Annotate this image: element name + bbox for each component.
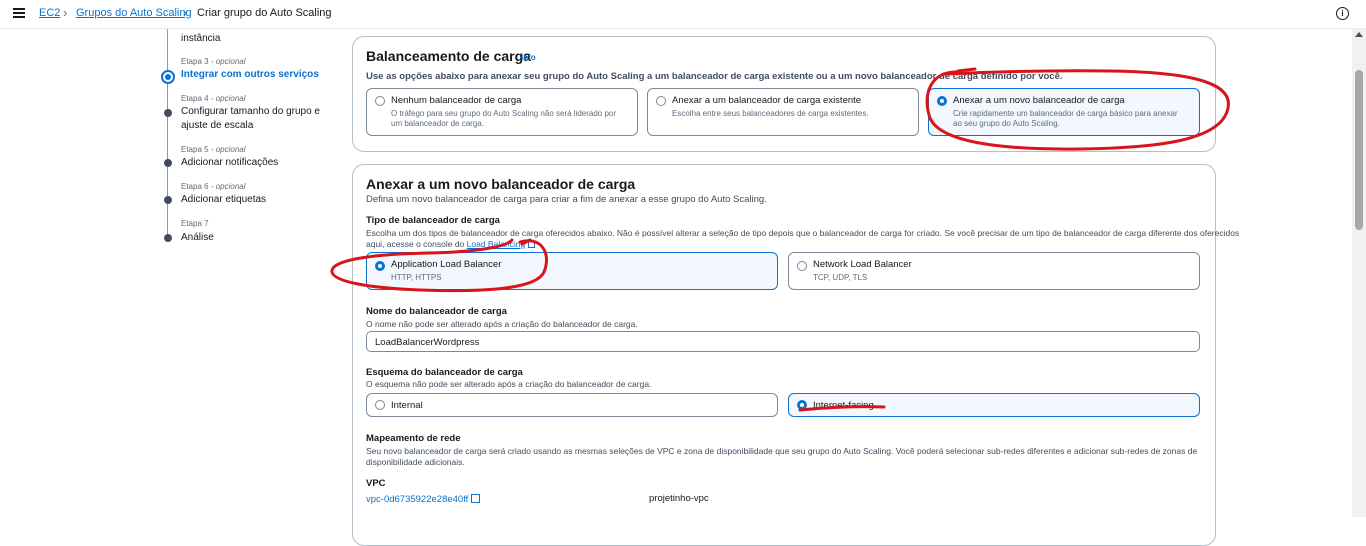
- step-7-icon: [164, 234, 172, 242]
- breadcrumb-auto-scaling-groups[interactable]: Grupos do Auto Scaling: [76, 7, 192, 19]
- menu-icon[interactable]: [13, 8, 25, 18]
- stepper-line: [167, 28, 168, 238]
- step-3-label: Etapa 3 - opcional: [181, 57, 246, 66]
- breadcrumb-ec2[interactable]: EC2: [39, 7, 60, 19]
- option-description: Crie rapidamente um balanceador de carga…: [953, 109, 1178, 128]
- option-title: Anexar a um novo balanceador de carga: [953, 95, 1125, 106]
- scheme-internet-facing[interactable]: Internet-facing: [788, 393, 1200, 417]
- lb-type-network[interactable]: Network Load Balancer TCP, UDP, TLS: [788, 252, 1200, 290]
- lb-name-description: O nome não pode ser alterado após a cria…: [366, 319, 638, 329]
- radio-internal[interactable]: [375, 400, 385, 410]
- vpc-name: projetinho-vpc: [649, 493, 709, 504]
- breadcrumb-current: Criar grupo do Auto Scaling: [197, 7, 332, 19]
- option-title: Nenhum balanceador de carga: [391, 95, 522, 106]
- radio-network-lb[interactable]: [797, 261, 807, 271]
- step-7-title[interactable]: Análise: [181, 231, 331, 245]
- option-existing-load-balancer[interactable]: Anexar a um balanceador de carga existen…: [647, 88, 919, 136]
- step-5-icon: [164, 159, 172, 167]
- lb-name-label: Nome do balanceador de carga: [366, 306, 507, 317]
- top-bar: EC2 › Grupos do Auto Scaling › Criar gru…: [0, 0, 1366, 29]
- load-balancing-description: Use as opções abaixo para anexar seu gru…: [366, 71, 1063, 82]
- radio-application-lb[interactable]: [375, 261, 385, 271]
- radio-no-load-balancer[interactable]: [375, 96, 385, 106]
- option-new-load-balancer[interactable]: Anexar a um novo balanceador de carga Cr…: [928, 88, 1200, 136]
- lb-type-protocols: TCP, UDP, TLS: [813, 273, 868, 282]
- radio-existing-load-balancer[interactable]: [656, 96, 666, 106]
- page-scrollbar[interactable]: [1352, 28, 1366, 517]
- option-no-load-balancer[interactable]: Nenhum balanceador de carga O tráfego pa…: [366, 88, 638, 136]
- radio-internet-facing[interactable]: [797, 400, 807, 410]
- info-icon[interactable]: i: [1336, 7, 1349, 20]
- scroll-up-arrow-icon[interactable]: [1355, 32, 1363, 37]
- lb-type-label: Tipo de balanceador de carga: [366, 215, 500, 226]
- step-6-icon: [164, 196, 172, 204]
- network-mapping-label: Mapeamento de rede: [366, 433, 461, 444]
- wizard-stepper: instância Etapa 3 - opcional Integrar co…: [160, 28, 330, 517]
- scheme-internal[interactable]: Internal: [366, 393, 778, 417]
- chevron-right-icon: ›: [63, 5, 68, 20]
- external-link-icon: [528, 241, 536, 248]
- scrollbar-thumb[interactable]: [1355, 70, 1363, 230]
- vpc-label: VPC: [366, 478, 386, 489]
- step-3-current-icon: [161, 70, 175, 84]
- lb-type-description-line2: aqui, acesse o console do Load Balancing: [366, 239, 536, 250]
- step-3-title[interactable]: Integrar com outros serviços: [181, 68, 331, 82]
- vpc-id-link[interactable]: vpc-0d6735922e28e40ff: [366, 493, 481, 505]
- step-6-label: Etapa 6 - opcional: [181, 182, 246, 191]
- lb-type-application[interactable]: Application Load Balancer HTTP, HTTPS: [366, 252, 778, 290]
- info-link[interactable]: Info: [521, 53, 536, 62]
- lb-type-description: Escolha um dos tipos de balanceador de c…: [366, 228, 1240, 238]
- lb-type-protocols: HTTP, HTTPS: [391, 273, 442, 282]
- step-4-title[interactable]: Configurar tamanho do grupo e ajuste de …: [181, 105, 331, 133]
- network-mapping-description-line2: disponibilidade adicionais.: [366, 457, 465, 467]
- lb-scheme-label: Esquema do balanceador de carga: [366, 367, 523, 378]
- step-6-title[interactable]: Adicionar etiquetas: [181, 193, 331, 207]
- scheme-title: Internal: [391, 400, 423, 411]
- external-link-icon: [471, 494, 481, 503]
- option-description: O tráfego para seu grupo do Auto Scaling…: [391, 109, 617, 128]
- step-5-label: Etapa 5 - opcional: [181, 145, 246, 154]
- radio-new-load-balancer[interactable]: [937, 96, 947, 106]
- chevron-right-icon: ›: [183, 5, 188, 20]
- network-mapping-description: Seu novo balanceador de carga será criad…: [366, 446, 1198, 456]
- step-7-label: Etapa 7: [181, 219, 209, 228]
- option-title: Anexar a um balanceador de carga existen…: [672, 95, 862, 106]
- lb-name-input[interactable]: LoadBalancerWordpress: [366, 331, 1200, 352]
- new-lb-title: Anexar a um novo balanceador de carga: [366, 176, 636, 192]
- lb-type-title: Network Load Balancer: [813, 259, 912, 270]
- step-2-title-partial[interactable]: instância: [181, 32, 331, 46]
- new-lb-description: Defina um novo balanceador de carga para…: [366, 194, 767, 205]
- load-balancing-title: Balanceamento de carga: [366, 48, 531, 64]
- option-description: Escolha entre seus balanceadores de carg…: [672, 109, 869, 118]
- step-5-title[interactable]: Adicionar notificações: [181, 156, 331, 170]
- step-4-icon: [164, 109, 172, 117]
- scheme-title: Internet-facing: [813, 400, 874, 411]
- load-balancing-console-link[interactable]: Load Balancing: [467, 239, 526, 249]
- lb-type-title: Application Load Balancer: [391, 259, 502, 270]
- step-4-label: Etapa 4 - opcional: [181, 94, 246, 103]
- lb-scheme-description: O esquema não pode ser alterado após a c…: [366, 379, 652, 389]
